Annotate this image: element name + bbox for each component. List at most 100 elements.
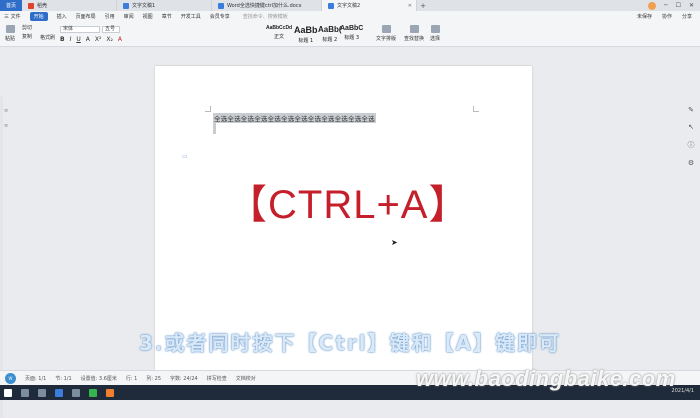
close-window-icon[interactable]: ✕ bbox=[689, 2, 694, 9]
menu-developer[interactable]: 开发工具 bbox=[181, 13, 201, 20]
style-sample: AaBbCcDd bbox=[266, 25, 293, 31]
cursor-icon bbox=[430, 25, 440, 33]
ribbon: 粘贴 剪切 复制 格式刷 宋体 五号 B I U A X² X₂ A AaBbC… bbox=[0, 22, 700, 47]
tab-label: Word全选快捷键ctrl加什么.docx bbox=[227, 3, 302, 9]
share-button[interactable]: 分享 bbox=[682, 13, 692, 20]
margin-corner bbox=[205, 106, 211, 112]
new-tab-button[interactable]: + bbox=[417, 0, 429, 11]
right-toolbar: ✎ ↖ ⓘ ⚙ bbox=[684, 106, 698, 167]
format-row: B I U A X² X₂ A bbox=[60, 36, 122, 43]
menu-insert[interactable]: 插入 bbox=[57, 13, 67, 20]
style-sample: AaBbC bbox=[340, 25, 364, 32]
style-label: 标题 3 bbox=[344, 35, 360, 41]
style-sample: AaBb bbox=[294, 25, 318, 35]
settings-icon[interactable]: ⚙ bbox=[688, 159, 694, 167]
folder-icon[interactable] bbox=[72, 388, 80, 397]
avatar[interactable] bbox=[647, 1, 656, 10]
status-column: 列: 25 bbox=[146, 375, 161, 382]
paste-label: 粘贴 bbox=[5, 36, 16, 42]
find-replace-label: 查找替换 bbox=[404, 36, 425, 42]
menu-reference[interactable]: 引用 bbox=[105, 13, 115, 20]
menu-right: 未保存 协作 分享 bbox=[637, 13, 700, 20]
status-page: 页面: 1/1 bbox=[25, 375, 47, 382]
wechat-icon[interactable] bbox=[89, 388, 97, 397]
menu-view[interactable]: 视图 bbox=[143, 13, 153, 20]
minimize-icon[interactable]: ─ bbox=[664, 2, 668, 9]
tab-doc2[interactable]: 文字文稿2 ✕ bbox=[322, 0, 417, 11]
paste-button[interactable]: 粘贴 bbox=[5, 25, 15, 42]
pointer-icon[interactable]: ↖ bbox=[688, 123, 694, 131]
menu-review[interactable]: 审阅 bbox=[124, 13, 134, 20]
select-button[interactable]: 选择 bbox=[430, 25, 440, 42]
copy-button[interactable]: 复制 bbox=[22, 33, 32, 40]
command-search[interactable]: 查找命令、搜索模板 bbox=[243, 13, 288, 20]
style-heading1[interactable]: AaBb 标题 1 bbox=[294, 25, 318, 44]
paste-icon bbox=[5, 25, 15, 33]
font-color-button[interactable]: A bbox=[86, 36, 90, 43]
text-layout-button[interactable]: 文字排版 bbox=[376, 25, 396, 42]
paragraph-icon: ▭ bbox=[182, 153, 188, 160]
status-wordcount[interactable]: 字数: 24/24 bbox=[170, 375, 198, 382]
wps-icon[interactable] bbox=[106, 388, 114, 397]
status-position: 设置值: 3.6厘米 bbox=[80, 375, 117, 382]
wps-logo-icon[interactable]: W bbox=[5, 372, 16, 384]
bold-button[interactable]: B bbox=[60, 36, 65, 43]
tab-daoke[interactable]: 稻壳 bbox=[22, 0, 117, 11]
style-heading2[interactable]: AaBb( 标题 2 bbox=[318, 25, 342, 43]
shortcut-caption: 【CTRL+A】 bbox=[227, 183, 470, 227]
search-icon bbox=[409, 25, 419, 33]
style-normal[interactable]: AaBbCcDd 正文 bbox=[266, 25, 292, 40]
tutorial-subtitle: 3.或者同时按下【Ctrl】键和【A】键即可 bbox=[139, 331, 561, 355]
underline-button[interactable]: U bbox=[76, 36, 80, 43]
info-icon[interactable]: ⓘ bbox=[688, 140, 695, 150]
browser-icon[interactable] bbox=[55, 388, 63, 397]
cut-button[interactable]: 剪切 bbox=[22, 24, 32, 31]
document-area: ≡ ≡ 全选全选全选全选全选全选全选全选全选全选全选全选 ▭ 【CTRL+A】 … bbox=[0, 48, 700, 418]
style-label: 标题 2 bbox=[322, 37, 338, 43]
document-page[interactable]: 全选全选全选全选全选全选全选全选全选全选全选全选 ▭ 【CTRL+A】 ➤ bbox=[155, 66, 532, 370]
menu-start[interactable]: 开始 bbox=[29, 12, 48, 21]
italic-button[interactable]: I bbox=[70, 36, 72, 43]
windows-start-icon[interactable] bbox=[4, 388, 12, 397]
highlight-button[interactable]: A bbox=[118, 36, 122, 43]
collab-button[interactable]: 协作 bbox=[662, 13, 672, 20]
task-view-icon[interactable] bbox=[38, 388, 46, 397]
selected-text[interactable]: 全选全选全选全选全选全选全选全选全选全选全选全选 bbox=[213, 113, 376, 123]
tab-home[interactable]: 首页 bbox=[0, 0, 22, 11]
format-painter-label: 格式刷 bbox=[40, 35, 56, 41]
tab-docx[interactable]: Word全选快捷键ctrl加什么.docx bbox=[212, 0, 322, 11]
edit-icon[interactable]: ✎ bbox=[688, 106, 694, 114]
superscript-button[interactable]: X² bbox=[95, 36, 102, 43]
format-painter-button[interactable]: 格式刷 bbox=[40, 34, 55, 41]
doc-icon bbox=[218, 2, 224, 9]
size-select[interactable]: 五号 bbox=[102, 26, 120, 33]
daoke-icon bbox=[28, 2, 34, 9]
menu-layout[interactable]: 页面布局 bbox=[76, 13, 96, 20]
subscript-button[interactable]: X₂ bbox=[106, 36, 113, 43]
nav-icon[interactable]: ≡ bbox=[4, 108, 8, 114]
text-layout-icon bbox=[381, 25, 391, 33]
style-label: 正文 bbox=[274, 34, 285, 40]
menu-member[interactable]: 会员专享 bbox=[210, 13, 230, 20]
tab-doc1[interactable]: 文字文稿1 bbox=[117, 0, 212, 11]
font-select[interactable]: 宋体 bbox=[60, 26, 100, 33]
tab-bar: 首页 稻壳 文字文稿1 Word全选快捷键ctrl加什么.docx 文字文稿2 … bbox=[0, 0, 700, 11]
maximize-icon[interactable]: ☐ bbox=[676, 2, 681, 9]
clipboard-group: 剪切 复制 bbox=[22, 24, 32, 40]
style-heading3[interactable]: AaBbC 标题 3 bbox=[340, 25, 363, 41]
search-icon[interactable] bbox=[21, 388, 29, 397]
text-layout-label: 文字排版 bbox=[376, 36, 397, 42]
style-sample: AaBb( bbox=[318, 25, 342, 34]
menu-chapter[interactable]: 章节 bbox=[162, 13, 172, 20]
selection-end bbox=[213, 122, 216, 134]
unsaved-button[interactable]: 未保存 bbox=[637, 13, 652, 20]
find-replace-button[interactable]: 查找替换 bbox=[404, 25, 424, 42]
file-menu[interactable]: 三 文件 bbox=[4, 13, 21, 20]
mouse-cursor-icon: ➤ bbox=[391, 238, 398, 247]
tab-label: 稻壳 bbox=[37, 3, 48, 9]
proofread-button[interactable]: 文档校对 bbox=[236, 375, 256, 382]
select-label: 选择 bbox=[430, 36, 441, 42]
spellcheck-button[interactable]: 拼写检查 bbox=[207, 375, 227, 382]
outline-icon[interactable]: ≡ bbox=[4, 123, 8, 129]
close-icon[interactable]: ✕ bbox=[408, 3, 412, 9]
